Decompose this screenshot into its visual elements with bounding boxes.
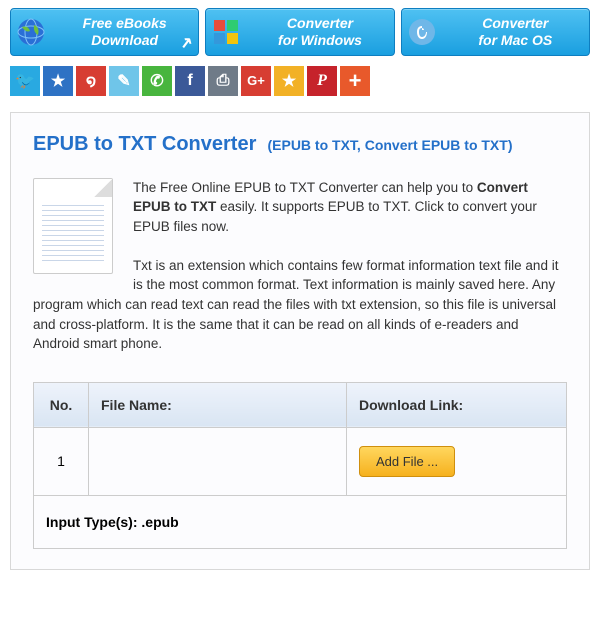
add-file-button[interactable]: Add File ... bbox=[359, 446, 455, 477]
table-row: 1 Add File ... bbox=[34, 427, 567, 495]
nav-label: Converterfor Windows bbox=[250, 15, 389, 49]
social-wechat[interactable]: ✆ bbox=[142, 66, 172, 96]
page-title: EPUB to TXT Converter (EPUB to TXT, Conv… bbox=[33, 133, 567, 156]
txt-file-icon bbox=[33, 178, 113, 274]
nav-free-ebooks[interactable]: Free eBooksDownload bbox=[10, 8, 199, 56]
social-favorite[interactable]: ★ bbox=[274, 66, 304, 96]
social-more[interactable]: + bbox=[340, 66, 370, 96]
desc-paragraph-2: Txt is an extension which contains few f… bbox=[33, 256, 567, 354]
mac-icon bbox=[406, 16, 438, 48]
social-facebook[interactable]: f bbox=[175, 66, 205, 96]
description: The Free Online EPUB to TXT Converter ca… bbox=[33, 178, 567, 354]
social-print[interactable]: ⎙ bbox=[208, 66, 238, 96]
input-types-row: Input Type(s): .epub bbox=[34, 495, 567, 548]
nav-converter-mac[interactable]: Converterfor Mac OS bbox=[401, 8, 590, 56]
nav-converter-windows[interactable]: Converterfor Windows bbox=[205, 8, 394, 56]
col-no: No. bbox=[34, 382, 89, 427]
social-weibo[interactable]: ໑ bbox=[76, 66, 106, 96]
social-gplus[interactable]: G+ bbox=[241, 66, 271, 96]
social-tencent[interactable]: ✎ bbox=[109, 66, 139, 96]
social-twitter[interactable]: 🐦 bbox=[10, 66, 40, 96]
windows-icon bbox=[210, 16, 242, 48]
social-row: 🐦 ★ ໑ ✎ ✆ f ⎙ G+ ★ P + bbox=[0, 64, 600, 106]
cell-filename bbox=[89, 427, 347, 495]
page-subtitle: (EPUB to TXT, Convert EPUB to TXT) bbox=[267, 137, 512, 153]
col-download: Download Link: bbox=[347, 382, 567, 427]
file-table: No. File Name: Download Link: 1 Add File… bbox=[33, 382, 567, 549]
top-nav: Free eBooksDownload Converterfor Windows… bbox=[0, 0, 600, 64]
social-qzone[interactable]: ★ bbox=[43, 66, 73, 96]
social-pinterest[interactable]: P bbox=[307, 66, 337, 96]
col-filename: File Name: bbox=[89, 382, 347, 427]
desc-paragraph-1: The Free Online EPUB to TXT Converter ca… bbox=[33, 178, 567, 237]
globe-icon bbox=[15, 16, 47, 48]
content-panel: EPUB to TXT Converter (EPUB to TXT, Conv… bbox=[10, 112, 590, 570]
cell-download: Add File ... bbox=[347, 427, 567, 495]
nav-label: Converterfor Mac OS bbox=[446, 15, 585, 49]
cell-no: 1 bbox=[34, 427, 89, 495]
nav-label: Free eBooksDownload bbox=[55, 15, 194, 49]
